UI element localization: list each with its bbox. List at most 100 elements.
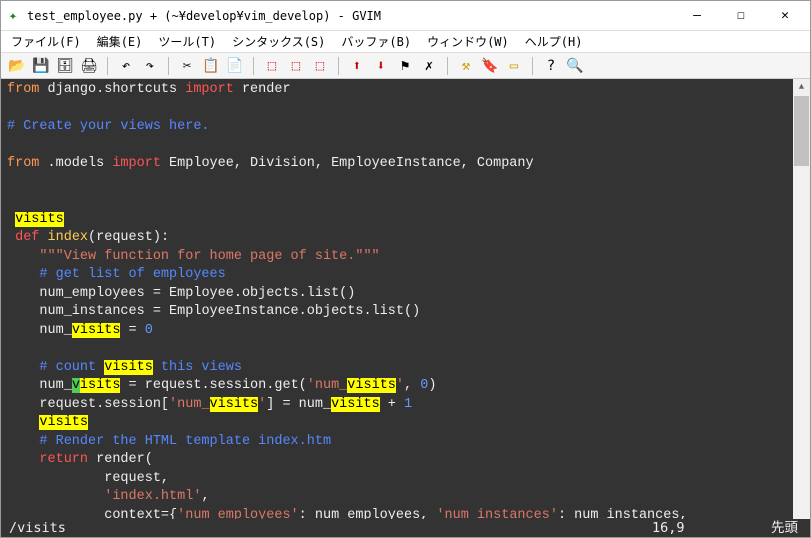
undo-icon[interactable]: ↶ xyxy=(116,56,136,76)
kw-import: import xyxy=(185,82,234,97)
run-icon[interactable]: ⚑ xyxy=(395,56,415,76)
comment: # get list of employees xyxy=(7,267,226,282)
minimize-button[interactable]: — xyxy=(676,3,718,29)
toolbar-sep xyxy=(447,57,448,75)
status-command: /visits xyxy=(9,519,652,537)
status-position: 16,9 xyxy=(652,519,742,537)
redo-icon[interactable]: ↷ xyxy=(140,56,160,76)
save-icon[interactable]: 💾 xyxy=(31,56,51,76)
close-button[interactable]: ✕ xyxy=(764,3,806,29)
toolbar-sep xyxy=(532,57,533,75)
code-text: + xyxy=(380,397,404,412)
code-content[interactable]: from django.shortcuts import render # Cr… xyxy=(1,79,793,537)
num: 0 xyxy=(145,323,153,338)
code-text: request.session[ xyxy=(7,397,169,412)
editor[interactable]: from django.shortcuts import render # Cr… xyxy=(1,79,810,537)
menu-window[interactable]: ウィンドウ(W) xyxy=(419,31,517,52)
menubar: ファイル(F) 編集(E) ツール(T) シンタックス(S) バッファ(B) ウ… xyxy=(1,31,810,53)
comment: # count xyxy=(7,360,104,375)
help2-icon[interactable]: ? xyxy=(541,56,561,76)
search-highlight: visits xyxy=(347,378,396,393)
code-text: num_employees xyxy=(7,286,153,301)
code-text: , xyxy=(404,378,420,393)
num: 1 xyxy=(404,397,412,412)
menu-tools[interactable]: ツール(T) xyxy=(150,31,224,52)
search-highlight: visits xyxy=(15,212,64,227)
menu-edit[interactable]: 編集(E) xyxy=(89,31,151,52)
kw-return: return xyxy=(7,452,88,467)
copy-icon[interactable]: 📋 xyxy=(201,56,221,76)
replace-icon[interactable]: ⬚ xyxy=(262,56,282,76)
string: ' xyxy=(396,378,404,393)
menu-file[interactable]: ファイル(F) xyxy=(3,31,89,52)
code-text: num_ xyxy=(7,323,72,338)
fn-name: index xyxy=(39,230,88,245)
search-highlight: isits xyxy=(80,378,121,393)
statusline: /visits 16,9 先頭 xyxy=(1,519,810,537)
code-text: render xyxy=(88,452,145,467)
string: 'index.html' xyxy=(104,489,201,504)
menu-help[interactable]: ヘルプ(H) xyxy=(517,31,591,52)
code-text: ( xyxy=(145,452,153,467)
app-icon: ✦ xyxy=(5,8,21,24)
code-text: render xyxy=(234,82,291,97)
cursor-highlight: v xyxy=(72,378,80,393)
string: 'num_ xyxy=(307,378,348,393)
toolbar-sep xyxy=(168,57,169,75)
comment: this views xyxy=(153,360,242,375)
op: = xyxy=(153,286,161,301)
comment: # Render the HTML template index.htm xyxy=(7,434,331,449)
kw-def: def xyxy=(15,230,39,245)
maximize-button[interactable]: ☐ xyxy=(720,3,762,29)
window-buttons: — ☐ ✕ xyxy=(676,3,806,29)
menu-syntax[interactable]: シンタックス(S) xyxy=(224,31,333,52)
scroll-up-icon[interactable]: ▲ xyxy=(793,79,810,96)
kw-import: import xyxy=(112,156,161,171)
code-text: = request.session.get( xyxy=(120,378,306,393)
paste-icon[interactable]: 📄 xyxy=(225,56,245,76)
code-text: num_instances xyxy=(7,304,153,319)
scroll-thumb[interactable] xyxy=(794,96,809,166)
code-text: = xyxy=(120,323,144,338)
code-text: num_ xyxy=(7,378,72,393)
make-icon[interactable]: ✗ xyxy=(419,56,439,76)
code-text: .models xyxy=(39,156,112,171)
menu-buffer[interactable]: バッファ(B) xyxy=(333,31,419,52)
saveall-icon[interactable]: 🗄 xyxy=(55,56,75,76)
search-highlight: visits xyxy=(72,323,121,338)
status-percent: 先頭 xyxy=(742,519,802,537)
code-text: , xyxy=(201,489,209,504)
window-title: test_employee.py + (~¥develop¥vim_develo… xyxy=(27,9,676,23)
code-text: django.shortcuts xyxy=(39,82,185,97)
code-text: request, xyxy=(7,471,169,486)
cut-icon[interactable]: ✂ xyxy=(177,56,197,76)
findnext-icon[interactable]: ⬚ xyxy=(286,56,306,76)
titlebar: ✦ test_employee.py + (~¥develop¥vim_deve… xyxy=(1,1,810,31)
code-text: ) xyxy=(428,378,436,393)
toolbar-sep xyxy=(338,57,339,75)
toolbar-sep xyxy=(107,57,108,75)
help-icon[interactable]: ▭ xyxy=(504,56,524,76)
vertical-scrollbar[interactable]: ▲ ▼ xyxy=(793,79,810,537)
kw-from: from xyxy=(7,156,39,171)
toolbar-sep xyxy=(253,57,254,75)
search-highlight: visits xyxy=(104,360,153,375)
jump-icon[interactable]: ⚒ xyxy=(456,56,476,76)
code-text: Employee.objects.list() xyxy=(161,286,355,301)
load-icon[interactable]: ⬆ xyxy=(347,56,367,76)
findprev-icon[interactable]: ⬚ xyxy=(310,56,330,76)
code-text xyxy=(7,489,104,504)
docstring: """View function for home page of site."… xyxy=(7,249,380,264)
find-icon[interactable]: 🔍 xyxy=(565,56,585,76)
code-text: EmployeeInstance.objects.list() xyxy=(161,304,420,319)
code-text: (request): xyxy=(88,230,169,245)
search-highlight: visits xyxy=(331,397,380,412)
tag-icon[interactable]: 🔖 xyxy=(480,56,500,76)
search-highlight: visits xyxy=(210,397,259,412)
toolbar: 📂 💾 🗄 🖨 ↶ ↷ ✂ 📋 📄 ⬚ ⬚ ⬚ ⬆ ⬇ ⚑ ✗ ⚒ 🔖 ▭ ? … xyxy=(1,53,810,79)
print-icon[interactable]: 🖨 xyxy=(79,56,99,76)
save2-icon[interactable]: ⬇ xyxy=(371,56,391,76)
op: = xyxy=(153,304,161,319)
open-icon[interactable]: 📂 xyxy=(7,56,27,76)
string: 'num_ xyxy=(169,397,210,412)
